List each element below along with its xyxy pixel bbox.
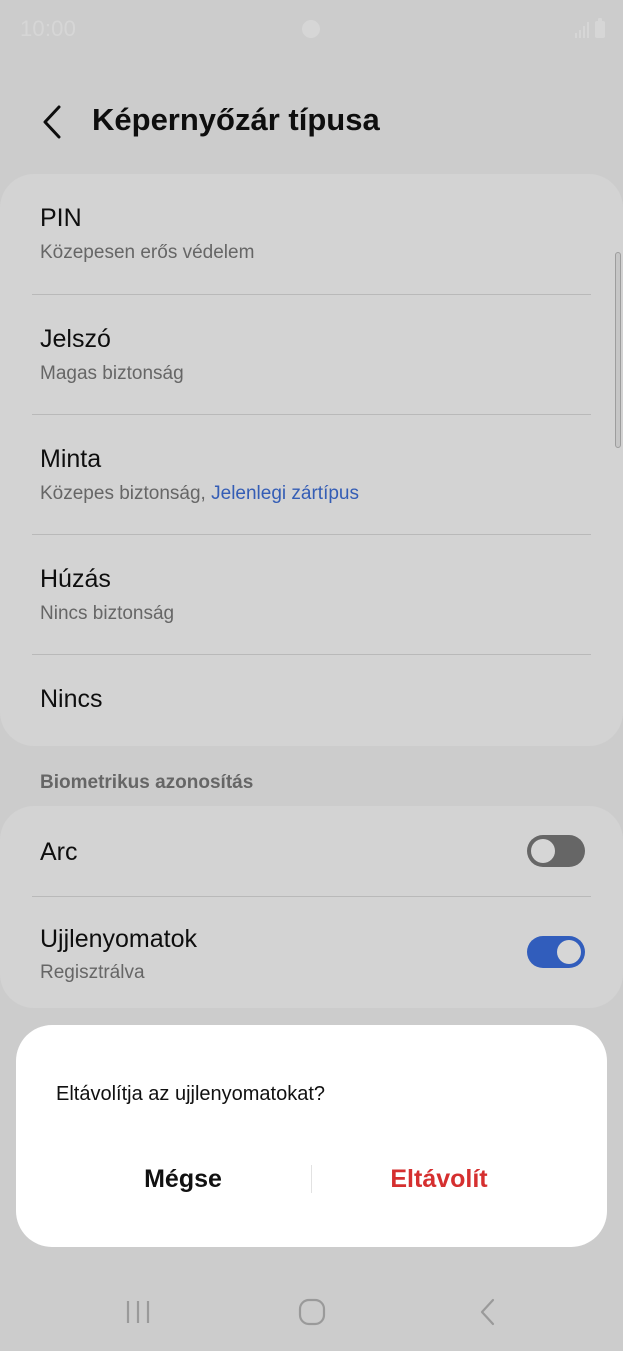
nav-back-button[interactable] <box>458 1290 518 1334</box>
dialog-button-separator <box>311 1165 312 1193</box>
screen: 10:00 Képernyőzár típusa PIN Közepesen e… <box>0 0 623 1351</box>
remove-button[interactable]: Eltávolít <box>319 1153 559 1205</box>
dialog-message: Eltávolítja az ujjlenyomatokat? <box>56 1083 326 1105</box>
home-button[interactable] <box>282 1290 342 1334</box>
nav-back-icon <box>480 1298 495 1326</box>
recents-button[interactable] <box>108 1290 168 1334</box>
cancel-button[interactable]: Mégse <box>63 1153 303 1205</box>
recents-icon <box>126 1301 150 1323</box>
home-icon <box>298 1298 326 1326</box>
navigation-bar <box>0 1272 623 1351</box>
remove-fingerprints-dialog: Eltávolítja az ujjlenyomatokat? Mégse El… <box>16 1025 607 1247</box>
